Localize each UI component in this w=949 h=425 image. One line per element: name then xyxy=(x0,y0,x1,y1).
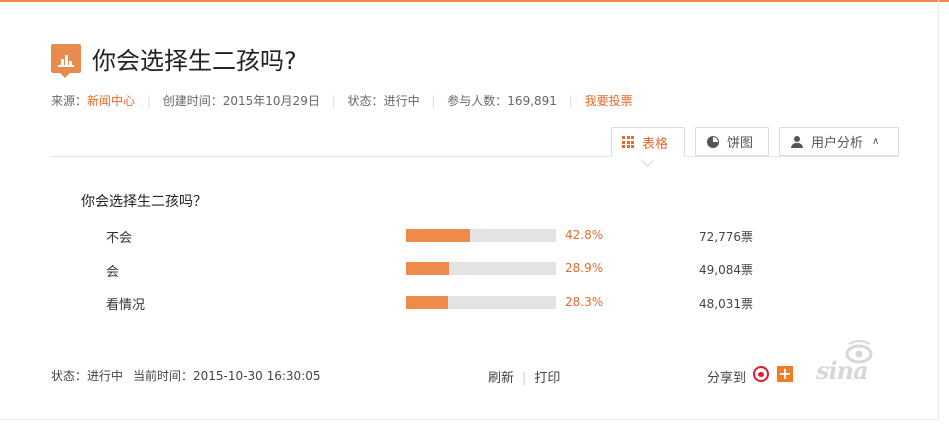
tab-label: 用户分析 xyxy=(811,136,864,151)
weibo-share-icon[interactable] xyxy=(753,366,769,382)
result-bar-track xyxy=(406,296,556,309)
user-icon xyxy=(791,135,803,148)
question-text: 你会选择生二孩吗？ xyxy=(81,194,207,210)
footer-actions: 刷新 | 打印 xyxy=(488,367,560,386)
print-button[interactable]: 打印 xyxy=(534,371,560,386)
divider: | xyxy=(568,94,573,108)
tab-user-analysis[interactable]: 用户分析 ∧ xyxy=(779,127,899,156)
refresh-button[interactable]: 刷新 xyxy=(488,371,514,386)
result-bar-track xyxy=(406,262,556,275)
bar-chart-icon xyxy=(51,44,81,78)
tabs-divider xyxy=(51,156,899,157)
divider: | xyxy=(331,94,336,108)
result-bar-fill xyxy=(406,262,450,275)
status-value: 进行中 xyxy=(383,94,420,108)
tab-label: 表格 xyxy=(642,136,669,152)
current-time: 当前时间：2015-10-30 16:30:05 xyxy=(133,369,321,383)
result-bar-fill xyxy=(406,296,449,309)
pie-chart-icon xyxy=(707,135,719,148)
tab-label: 饼图 xyxy=(727,136,754,151)
tab-pie-chart[interactable]: 饼图 xyxy=(695,127,769,156)
sina-logo: sina xyxy=(816,356,869,385)
result-percent: 28.3% xyxy=(565,295,604,309)
result-percent: 28.9% xyxy=(565,261,604,275)
poll-title: 你会选择生二孩吗? xyxy=(92,47,297,75)
tab-table[interactable]: 表格 xyxy=(611,127,685,157)
result-votes: 49,084票 xyxy=(699,263,753,277)
status-text: 状态：进行中 xyxy=(51,369,124,383)
result-bar-track xyxy=(406,229,556,242)
result-bar-fill xyxy=(406,229,471,242)
chevron-up-icon: ∧ xyxy=(872,136,880,147)
grid-icon xyxy=(622,136,634,148)
divider: | xyxy=(431,94,436,108)
option-label: 看情况 xyxy=(106,298,146,313)
divider: | xyxy=(146,94,151,108)
footer-status: 状态：进行中 当前时间：2015-10-30 16:30:05 xyxy=(51,367,320,384)
divider: | xyxy=(522,371,527,386)
result-votes: 48,031票 xyxy=(699,297,753,311)
option-label: 会 xyxy=(106,265,120,280)
option-label: 不会 xyxy=(106,231,133,246)
result-percent: 42.8% xyxy=(565,228,604,242)
participants-count: 169,891 xyxy=(507,94,557,108)
vote-link[interactable]: 我要投票 xyxy=(585,94,633,108)
created-date: 2015年10月29日 xyxy=(222,94,320,108)
source-link[interactable]: 新闻中心 xyxy=(87,94,135,108)
poll-meta: 来源：新闻中心 | 创建时间：2015年10月29日 | 状态：进行中 | 参与… xyxy=(51,94,633,108)
more-share-icon[interactable]: + xyxy=(777,366,793,382)
result-votes: 72,776票 xyxy=(699,230,753,244)
share-label: 分享到 xyxy=(707,371,747,386)
